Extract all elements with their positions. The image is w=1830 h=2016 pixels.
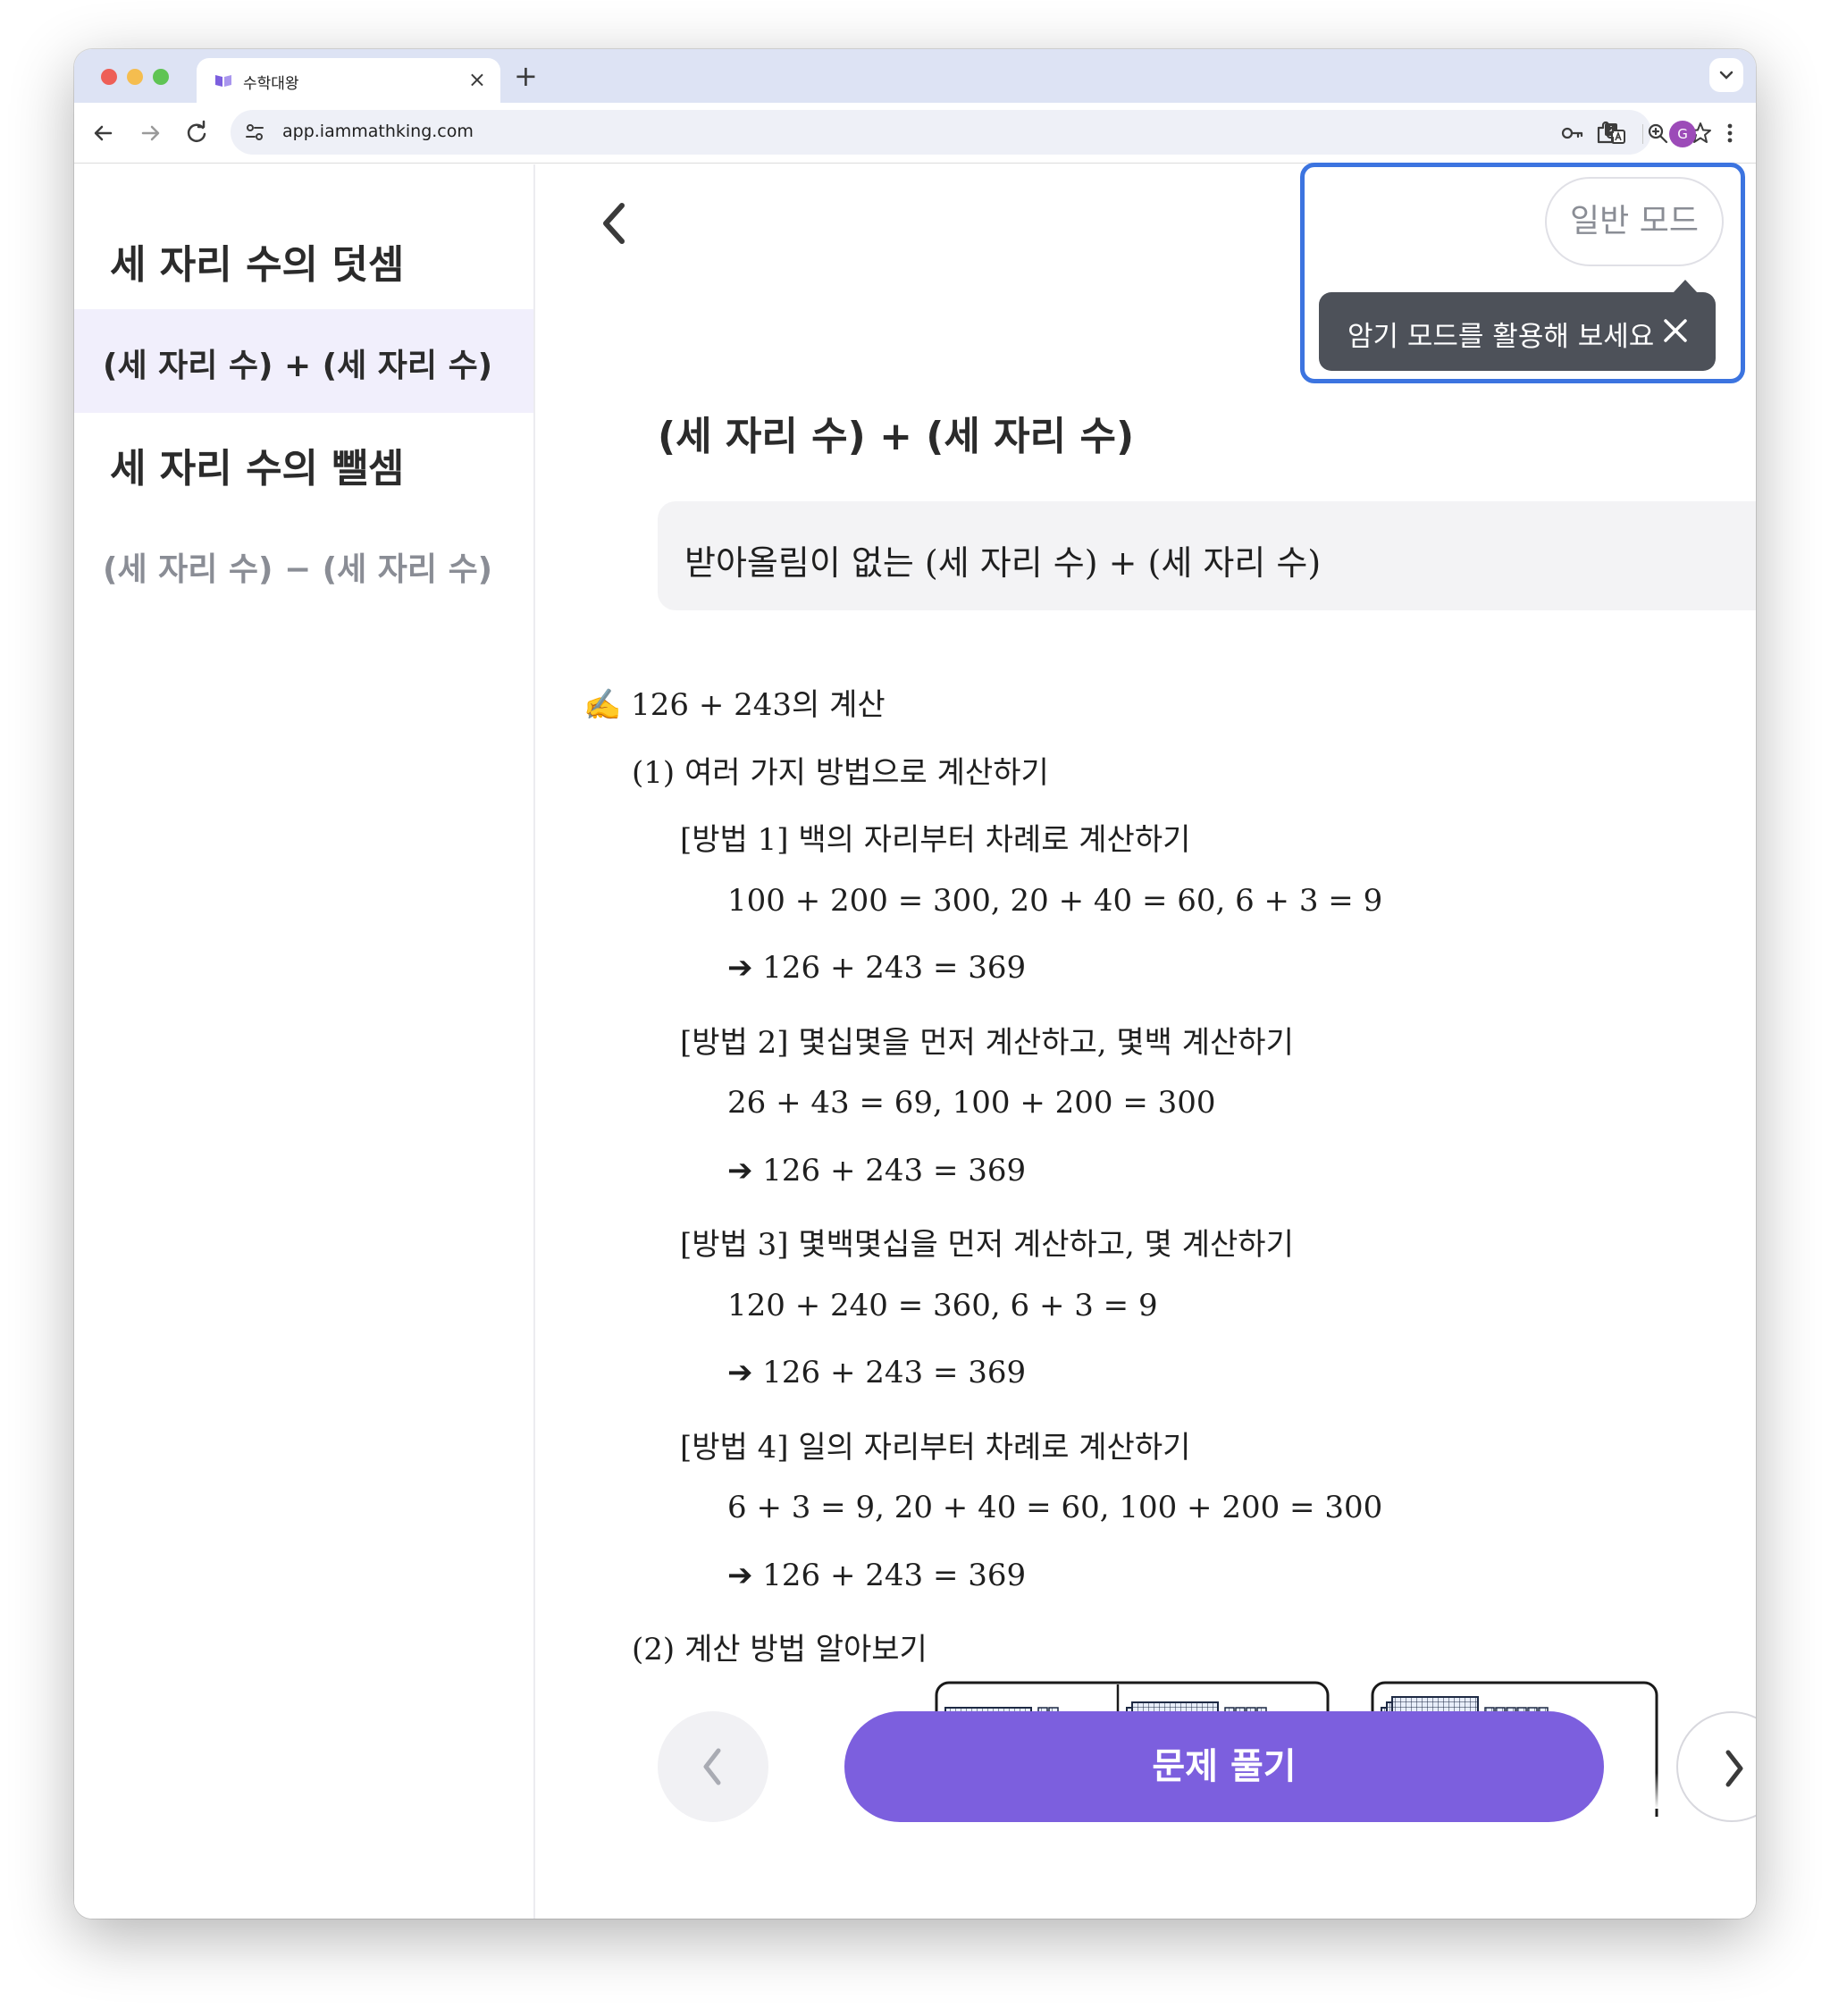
back-chevron-icon[interactable]: [595, 198, 634, 248]
general-mode-button[interactable]: 일반 모드: [1545, 177, 1724, 266]
page-title: (세 자리 수) + (세 자리 수): [658, 414, 1135, 459]
chevron-right-icon: [1725, 1750, 1743, 1787]
content-line: (2) 계산 방법 알아보기: [632, 1632, 928, 1667]
browser-tab[interactable]: 수학대왕 ×: [197, 58, 500, 103]
book-favicon-icon: [215, 75, 231, 87]
more-options-icon[interactable]: [1712, 115, 1748, 151]
forward-arrow-icon[interactable]: [132, 115, 168, 151]
address-bar[interactable]: app.iammathking.com: [231, 110, 1711, 155]
content-line: 6 + 3 = 9, 20 + 40 = 60, 100 + 200 = 300: [727, 1490, 1383, 1525]
reload-icon[interactable]: [179, 115, 214, 151]
concept-text: 받아올림이 없는 (세 자리 수) + (세 자리 수): [684, 543, 1322, 583]
content-line: (1) 여러 가지 방법으로 계산하기: [632, 754, 1049, 791]
maximize-window-button[interactable]: [153, 69, 169, 85]
content-line: [방법 2] 몇십몇을 먼저 계산하고, 몇백 계산하기: [680, 1024, 1294, 1061]
content-line: ➔ 126 + 243 = 369: [727, 950, 1027, 986]
chevron-left-icon: [703, 1748, 721, 1785]
close-icon[interactable]: [1658, 314, 1692, 348]
extensions-puzzle-icon[interactable]: [1589, 115, 1624, 151]
back-arrow-icon[interactable]: [86, 115, 122, 151]
password-key-icon[interactable]: [1559, 121, 1584, 146]
content-line: ➔ 126 + 243 = 369: [727, 1355, 1027, 1390]
sidebar-heading-addition: 세 자리 수의 덧셈: [110, 242, 405, 288]
memorize-mode-tooltip: 암기 모드를 활용해 보세요: [1319, 280, 1716, 371]
tab-bar: 수학대왕 × +: [74, 49, 1756, 103]
tab-search-button[interactable]: [1709, 58, 1743, 92]
content-line: 26 + 43 = 69, 100 + 200 = 300: [727, 1085, 1216, 1121]
content-line: [방법 1] 백의 자리부터 차례로 계산하기: [680, 822, 1191, 858]
concept-box: 받아올림이 없는 (세 자리 수) + (세 자리 수): [658, 501, 1756, 610]
toolbar-separator: [1642, 124, 1643, 144]
content-line: 120 + 240 = 360, 6 + 3 = 9: [727, 1287, 1158, 1323]
browser-toolbar: app.iammathking.com G: [74, 103, 1756, 164]
site-settings-icon[interactable]: [243, 122, 266, 143]
content-line: [방법 3] 몇백몇십을 먼저 계산하고, 몇 계산하기: [680, 1227, 1294, 1263]
app-content: 세 자리 수의 덧셈 (세 자리 수) + (세 자리 수) 세 자리 수의 뺄…: [74, 164, 1756, 1919]
previous-button[interactable]: [658, 1711, 768, 1822]
chevron-down-icon: [1719, 71, 1733, 80]
sidebar-item-subtraction[interactable]: (세 자리 수) − (세 자리 수): [74, 513, 533, 617]
content-line: 100 + 200 = 300, 20 + 40 = 60, 6 + 3 = 9: [727, 882, 1383, 919]
new-tab-button[interactable]: +: [514, 60, 538, 92]
solve-problems-button[interactable]: 문제 풀기: [844, 1711, 1604, 1822]
browser-window: 수학대왕 × + app.iammathking.com G 세 자리 수의 덧…: [74, 49, 1756, 1919]
url-text[interactable]: app.iammathking.com: [282, 122, 474, 141]
minimize-window-button[interactable]: [127, 69, 143, 85]
sidebar-item-addition[interactable]: (세 자리 수) + (세 자리 수): [74, 309, 533, 413]
tab-close-icon[interactable]: ×: [468, 65, 486, 94]
sidebar-heading-subtraction: 세 자리 수의 뺄셈: [110, 446, 405, 491]
content-line: ➔ 126 + 243 = 369: [727, 1152, 1027, 1189]
content-line: ➔ 126 + 243 = 369: [727, 1557, 1027, 1593]
sidebar: 세 자리 수의 덧셈 (세 자리 수) + (세 자리 수) 세 자리 수의 뺄…: [74, 164, 535, 1919]
sidebar-item-label: (세 자리 수) + (세 자리 수): [103, 348, 493, 384]
sidebar-item-label: (세 자리 수) − (세 자리 수): [103, 551, 493, 588]
zoom-icon[interactable]: [1645, 121, 1670, 146]
content-line: ✍️ 126 + 243의 계산: [583, 687, 886, 723]
tab-title: 수학대왕: [243, 75, 299, 93]
profile-avatar[interactable]: G: [1669, 121, 1696, 147]
tooltip-text: 암기 모드를 활용해 보세요: [1347, 321, 1655, 353]
close-window-button[interactable]: [101, 69, 117, 85]
content-line: [방법 4] 일의 자리부터 차례로 계산하기: [680, 1429, 1191, 1466]
